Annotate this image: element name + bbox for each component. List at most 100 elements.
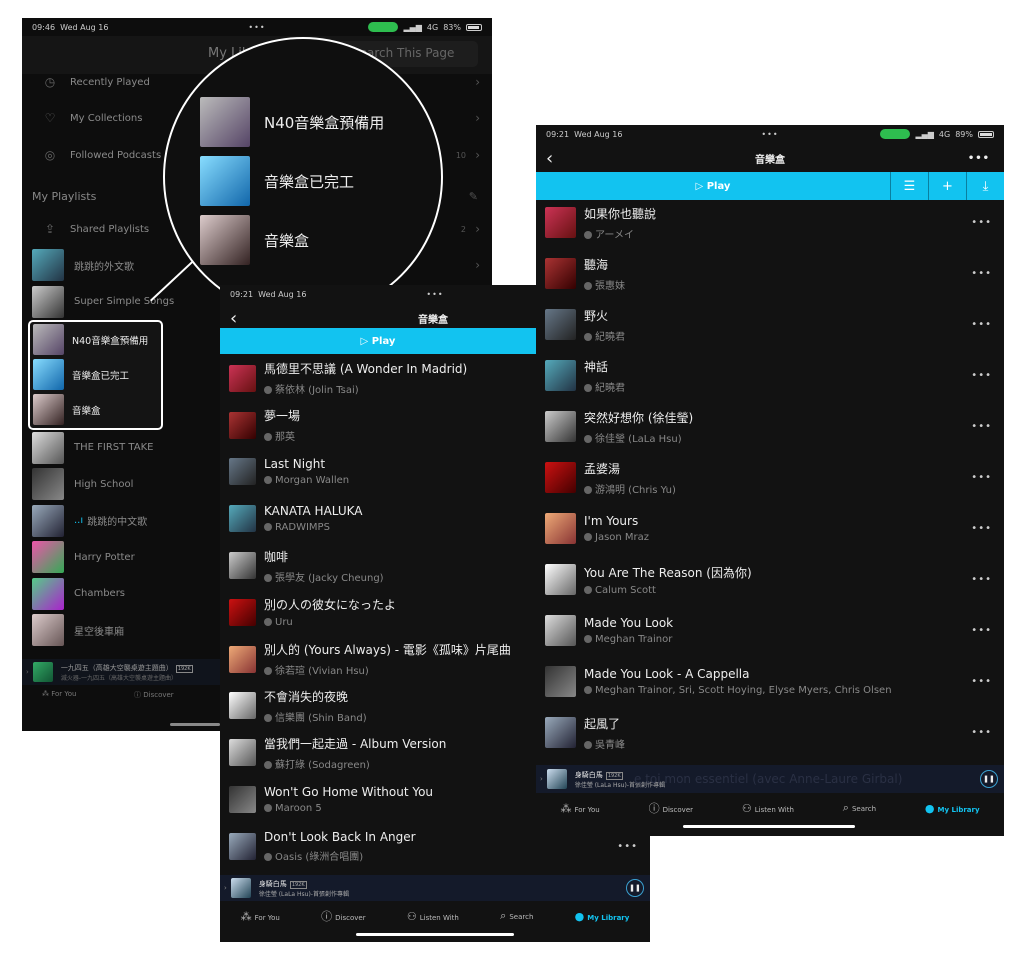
album-art xyxy=(545,717,576,748)
tab-listen-with[interactable]: ⚇ Listen With xyxy=(742,802,794,815)
song-title: Won't Go Home Without You xyxy=(264,785,434,800)
now-playing-subtitle: 滅火器-一九四五（高雄大空襲桌遊主題曲） xyxy=(60,674,177,682)
album-art xyxy=(229,458,256,486)
playlist-art xyxy=(32,285,64,318)
playlist-art xyxy=(33,394,64,425)
playlist-item[interactable]: 音樂盒已完工 xyxy=(30,357,161,392)
person-icon: ● xyxy=(574,909,585,923)
downloaded-icon xyxy=(584,230,592,239)
song-info: 咖啡 張學友 (Jacky Cheung) xyxy=(264,548,384,584)
tab-discover[interactable]: ⓘ Discover xyxy=(649,800,693,816)
song-row[interactable]: 起風了 吳青峰 ••• xyxy=(536,707,1004,758)
battery-icon xyxy=(466,23,482,31)
more-options-icon[interactable]: ••• xyxy=(617,841,638,852)
more-options-icon[interactable]: ••• xyxy=(968,153,990,164)
album-art xyxy=(229,364,256,392)
song-row[interactable]: You Are The Reason (因為你) Calum Scott ••• xyxy=(536,554,1004,605)
status-date: Wed Aug 16 xyxy=(574,129,623,139)
tab-my-library[interactable]: ● My Library xyxy=(925,802,980,815)
song-info: 孟婆湯 游鴻明 (Chris Yu) xyxy=(584,460,676,496)
pause-button[interactable]: ❚❚ xyxy=(980,770,998,788)
home-indicator xyxy=(170,723,220,726)
expand-icon[interactable]: › xyxy=(224,884,227,892)
now-playing-title: 一九四五（高雄大空襲桌遊主題曲） xyxy=(60,663,173,672)
song-info: 別の人の彼女になったよ Uru xyxy=(264,596,396,628)
song-info: 神話 紀曉君 xyxy=(584,358,625,394)
more-options-icon[interactable]: ••• xyxy=(971,472,992,483)
expand-icon[interactable]: › xyxy=(540,775,543,783)
signal-icon: ▂▄▆ xyxy=(915,129,934,139)
tab-discover[interactable]: ⓘ Discover xyxy=(134,690,174,700)
tab-for-you[interactable]: ⁂ For You xyxy=(241,910,280,923)
multitask-dots[interactable]: ••• xyxy=(248,23,265,32)
song-title: You Are The Reason (因為你) xyxy=(584,565,752,580)
song-row[interactable]: I'm Yours Jason Mraz ••• xyxy=(536,503,1004,554)
song-row[interactable]: 聽海 張惠妹 ••• xyxy=(536,248,1004,299)
playlist-label: 星空後車廂 xyxy=(74,626,124,638)
song-artist: Oasis (綠洲合唱團) xyxy=(275,851,364,863)
playlist-label: Harry Potter xyxy=(74,551,135,563)
song-artist-line: 吳青峰 xyxy=(584,736,625,751)
more-options-icon[interactable]: ••• xyxy=(971,268,992,279)
song-row[interactable]: 突然好想你 (徐佳瑩) 徐佳瑩 (LaLa Hsu) ••• xyxy=(536,401,1004,452)
tab-discover[interactable]: ⓘ Discover xyxy=(321,908,365,924)
more-options-icon[interactable]: ••• xyxy=(971,370,992,381)
more-options-icon[interactable]: ••• xyxy=(971,625,992,636)
song-title: Don't Look Back In Anger xyxy=(264,829,416,844)
song-row[interactable]: Made You Look - A Cappella Meghan Trainor… xyxy=(536,656,1004,707)
song-title: 別人的 (Yours Always) - 電影《孤味》片尾曲 xyxy=(264,643,511,658)
more-options-icon[interactable]: ••• xyxy=(971,523,992,534)
more-options-icon[interactable]: ••• xyxy=(971,217,992,228)
more-options-icon[interactable]: ••• xyxy=(971,574,992,585)
mini-player[interactable]: › 身騎白馬 192K 徐佳瑩 (LaLa Hsu)-首張創作專輯 ❚❚ xyxy=(220,875,650,901)
pause-button[interactable]: ❚❚ xyxy=(626,879,644,897)
song-row[interactable]: 如果你也聽說 アーメイ ••• xyxy=(536,197,1004,248)
playlist-item[interactable]: N40音樂盒預備用 xyxy=(30,322,161,357)
play-button[interactable]: ▷ Play xyxy=(536,181,890,192)
quality-badge: 192K xyxy=(605,771,623,780)
sort-button[interactable]: ☰ xyxy=(890,172,928,200)
song-artist: 吳青峰 xyxy=(595,739,625,751)
song-artist: 徐佳瑩 (LaLa Hsu) xyxy=(595,433,682,445)
edit-pencil-icon[interactable]: ✎ xyxy=(469,190,478,203)
more-options-icon[interactable]: ••• xyxy=(971,319,992,330)
tab-search[interactable]: ⌕ Search xyxy=(500,909,533,923)
downloaded-icon xyxy=(264,476,272,485)
playlist-label: 音樂盒已完工 xyxy=(264,172,355,191)
play-bar: ▷ Play xyxy=(220,328,536,354)
tab-listen-with[interactable]: ⚇ Listen With xyxy=(407,910,459,923)
multitask-dots[interactable]: ••• xyxy=(426,290,443,299)
tab-for-you[interactable]: ⁂ For You xyxy=(42,690,76,698)
song-row[interactable]: 野火 紀曉君 ••• xyxy=(536,299,1004,350)
multitask-dots[interactable]: ••• xyxy=(761,130,778,139)
back-chevron-icon[interactable]: ‹ xyxy=(546,148,553,169)
playlist-title: 音樂盒 xyxy=(755,154,785,166)
status-date: Wed Aug 16 xyxy=(60,22,109,32)
playlist-item[interactable]: 音樂盒 xyxy=(30,392,161,427)
playlist-item: 音樂盒 xyxy=(200,215,309,265)
song-row[interactable]: Made You Look Meghan Trainor ••• xyxy=(536,605,1004,656)
playlist-label: Super Simple Songs xyxy=(74,296,175,307)
tab-search[interactable]: ⌕ Search xyxy=(843,801,876,815)
add-button[interactable]: + xyxy=(928,172,966,200)
song-info: You Are The Reason (因為你) Calum Scott xyxy=(584,564,752,596)
song-row[interactable]: 神話 紀曉君 ••• xyxy=(536,350,1004,401)
more-options-icon[interactable]: ••• xyxy=(971,676,992,687)
battery-icon xyxy=(978,130,994,138)
song-row[interactable]: 孟婆湯 游鴻明 (Chris Yu) ••• xyxy=(536,452,1004,503)
play-button[interactable]: ▷ Play xyxy=(220,336,536,347)
listen-with-icon: ⚇ xyxy=(741,801,752,815)
tab-for-you[interactable]: ⁂ For You xyxy=(560,802,599,815)
chevron-right-icon: › xyxy=(475,258,480,272)
now-playing-title: 身騎白馬 xyxy=(258,879,287,888)
back-chevron-icon[interactable]: ‹ xyxy=(230,308,237,329)
song-artist: 徐若瑄 (Vivian Hsu) xyxy=(275,666,369,678)
expand-icon[interactable]: › xyxy=(26,668,29,676)
mini-player[interactable]: › 身騎白馬 192K 徐佳瑩 (LaLa Hsu)-首張創作專輯 e toi mo… xyxy=(536,765,1004,793)
tab-my-library[interactable]: ● My Library xyxy=(575,910,630,923)
more-options-icon[interactable]: ••• xyxy=(971,727,992,738)
song-title: 突然好想你 (徐佳瑩) xyxy=(584,410,694,425)
tab-label: Discover xyxy=(335,914,366,922)
more-options-icon[interactable]: ••• xyxy=(971,421,992,432)
download-button[interactable]: ⤓ xyxy=(966,172,1004,200)
